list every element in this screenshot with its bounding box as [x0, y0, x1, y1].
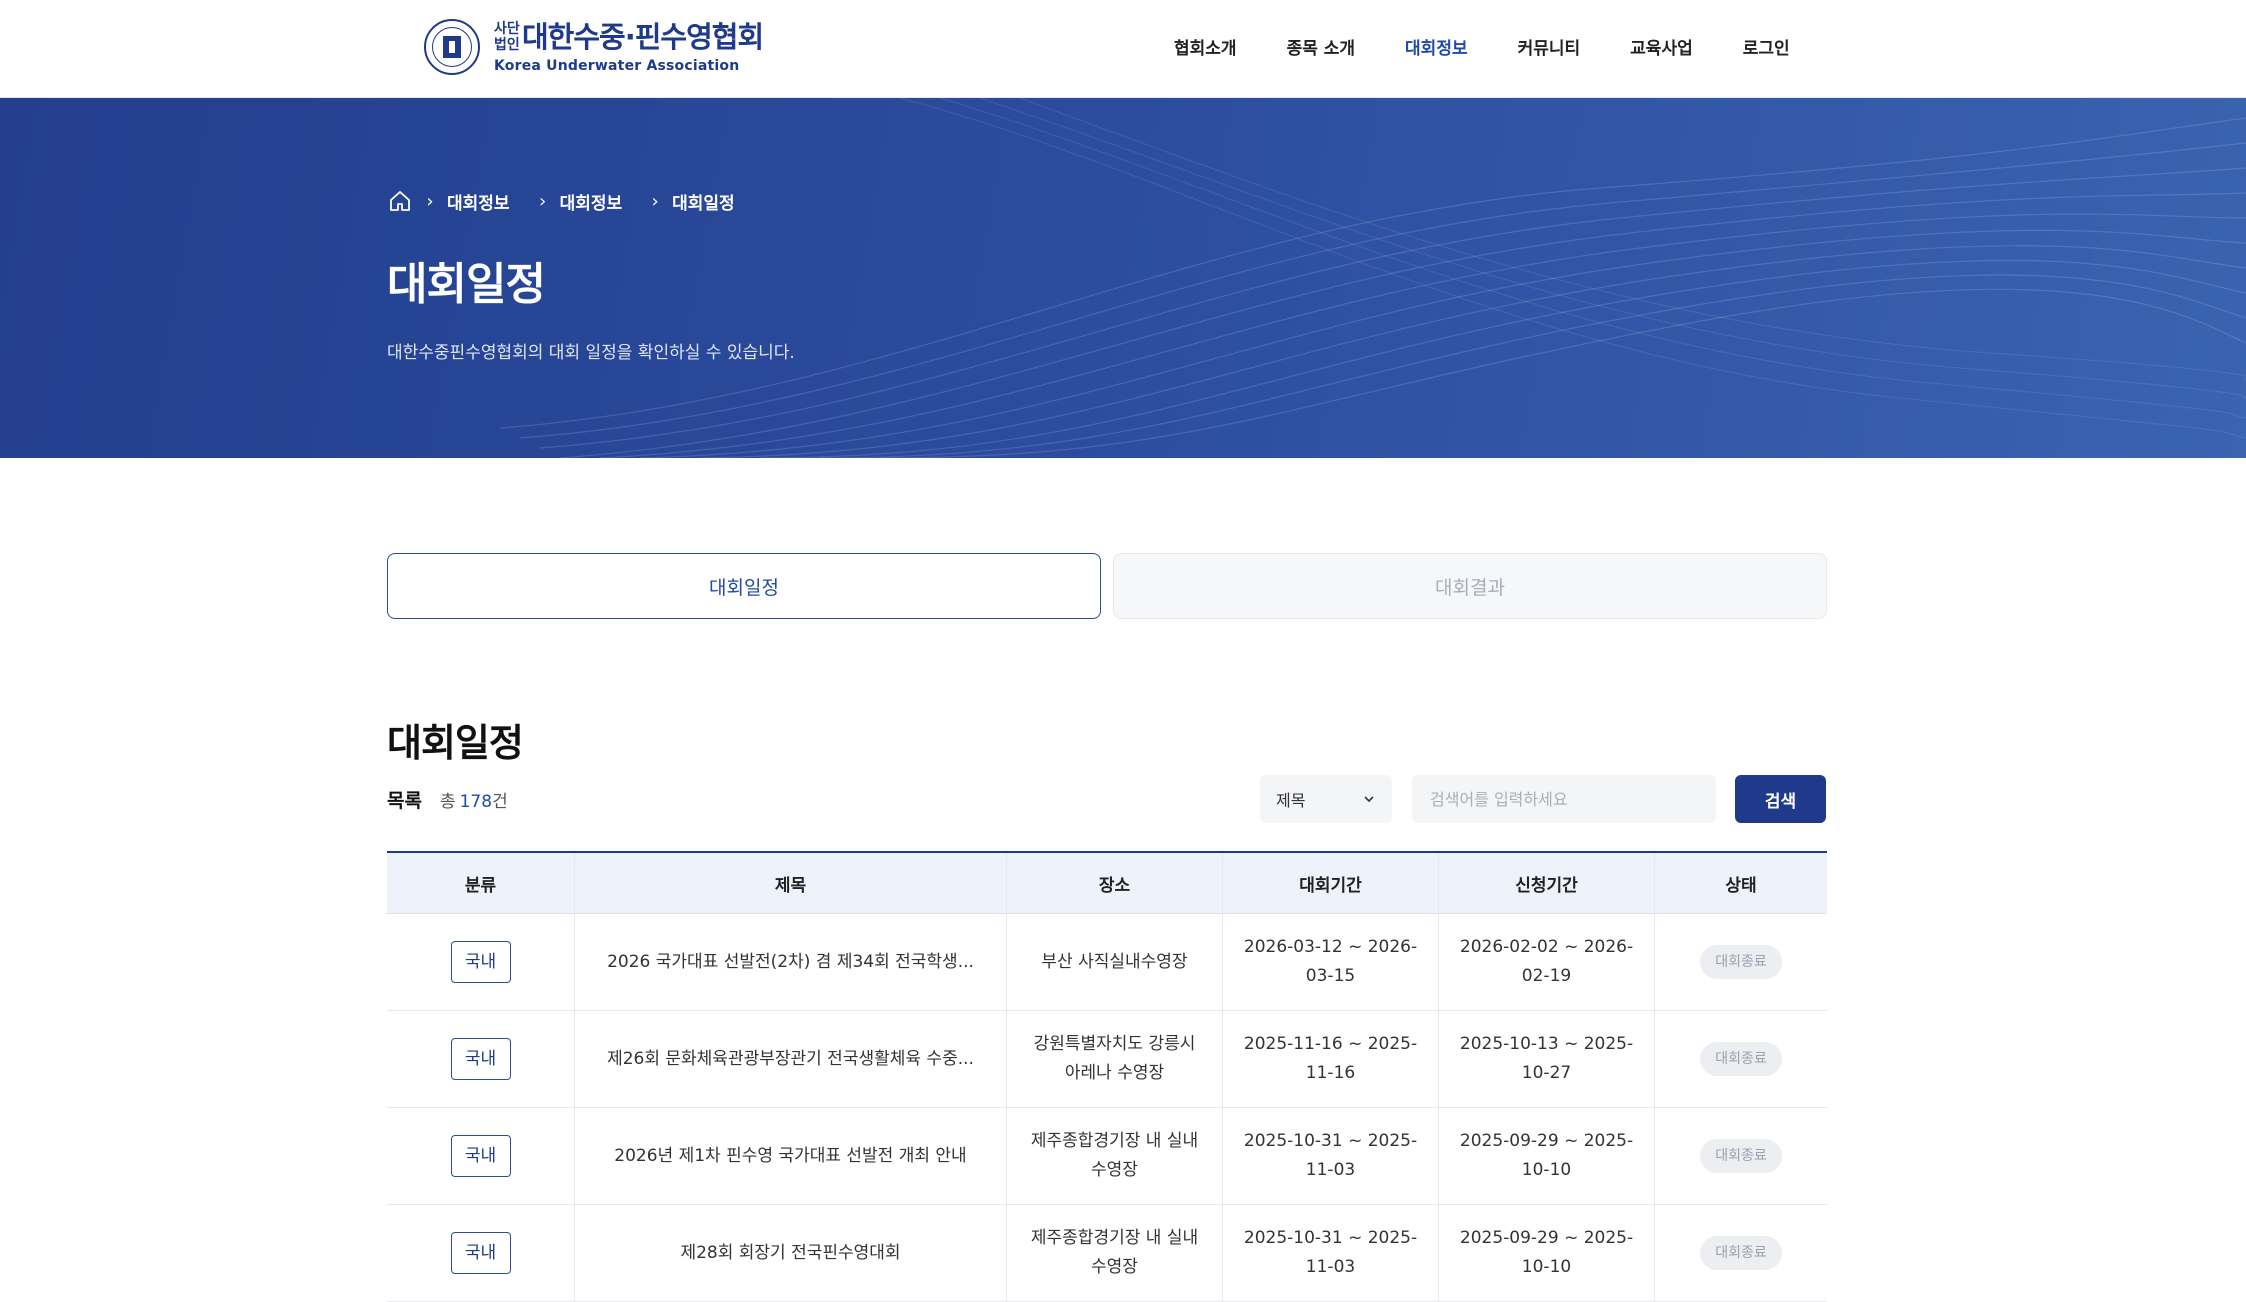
- search-button[interactable]: 검색: [1735, 775, 1826, 823]
- list-count: 목록 총 178 건: [387, 786, 508, 813]
- association-emblem: [424, 19, 480, 75]
- col-header-apply: 신청기간: [1439, 853, 1655, 913]
- chevron-right-icon: ›: [651, 190, 659, 212]
- row-apply-period: 2026-02-02 ~ 2026-02-19: [1439, 914, 1655, 1010]
- hero-banner: › 대회정보 › 대회정보 › 대회일정 대회일정 대한수중핀수영협회의 대회 …: [0, 98, 2246, 458]
- row-period: 2025-10-31 ~ 2025-11-03: [1223, 1205, 1439, 1301]
- status-badge: 대회종료: [1700, 1139, 1782, 1173]
- row-place: 강원특별자치도 강릉시 아레나 수영장: [1007, 1011, 1223, 1107]
- count-number: 178: [459, 792, 493, 812]
- row-title-link[interactable]: 제26회 문화체육관광부장관기 전국생활체육 수중...: [607, 1045, 974, 1074]
- table-row[interactable]: 국내 제26회 문화체육관광부장관기 전국생활체육 수중... 강원특별자치도 …: [387, 1011, 1827, 1108]
- col-header-place: 장소: [1007, 853, 1223, 913]
- home-icon[interactable]: [387, 188, 413, 214]
- breadcrumb-item[interactable]: 대회정보: [560, 189, 623, 214]
- logo-english-text: Korea Underwater Association: [494, 58, 740, 74]
- row-apply-period: 2025-09-29 ~ 2025-10-10: [1439, 1205, 1655, 1301]
- category-tag: 국내: [450, 1135, 511, 1177]
- table-header: 분류 제목 장소 대회기간 신청기간 상태: [387, 853, 1827, 914]
- main-nav: 협회소개 종목 소개 대회정보 커뮤니티 교육사업 로그인: [1174, 34, 1840, 59]
- table-row[interactable]: 국내 2026년 제1차 핀수영 국가대표 선발전 개최 안내 제주종합경기장 …: [387, 1108, 1827, 1205]
- row-period: 2025-10-31 ~ 2025-11-03: [1223, 1108, 1439, 1204]
- count-suffix: 건: [492, 792, 508, 812]
- page-description: 대한수중핀수영협회의 대회 일정을 확인하실 수 있습니다.: [387, 343, 795, 363]
- nav-about[interactable]: 협회소개: [1174, 34, 1237, 59]
- wave-pattern: [499, 98, 2246, 458]
- site-header: 사단법인 대한수중·핀수영협회 Korea Underwater Associa…: [0, 0, 2246, 98]
- status-badge: 대회종료: [1700, 1042, 1782, 1076]
- logo-text: 사단법인 대한수중·핀수영협회 Korea Underwater Associa…: [494, 19, 764, 74]
- nav-competition[interactable]: 대회정보: [1405, 34, 1468, 59]
- breadcrumb: › 대회정보 › 대회정보 › 대회일정: [387, 188, 751, 214]
- row-title-link[interactable]: 2026 국가대표 선발전(2차) 겸 제34회 전국학생...: [607, 948, 974, 977]
- row-place: 제주종합경기장 내 실내 수영장: [1007, 1108, 1223, 1204]
- count-prefix: 총: [439, 792, 456, 812]
- category-tag: 국내: [450, 1038, 511, 1080]
- logo-main-text: 대한수중·핀수영협회: [522, 19, 764, 54]
- page-title: 대회일정: [387, 259, 546, 310]
- search-type-select[interactable]: 제목: [1260, 775, 1392, 823]
- chevron-down-icon: [1364, 796, 1374, 803]
- col-header-category: 분류: [387, 853, 575, 913]
- row-title-link[interactable]: 2026년 제1차 핀수영 국가대표 선발전 개최 안내: [614, 1142, 966, 1171]
- row-period: 2026-03-12 ~ 2026-03-15: [1223, 914, 1439, 1010]
- chevron-right-icon: ›: [426, 190, 434, 212]
- col-header-title: 제목: [575, 853, 1007, 913]
- section-title: 대회일정: [387, 721, 524, 765]
- search-input[interactable]: [1412, 775, 1716, 823]
- row-apply-period: 2025-09-29 ~ 2025-10-10: [1439, 1108, 1655, 1204]
- category-tag: 국내: [450, 1232, 511, 1274]
- table-row[interactable]: 국내 제28회 회장기 전국핀수영대회 제주종합경기장 내 실내 수영장 202…: [387, 1205, 1827, 1302]
- schedule-table: 분류 제목 장소 대회기간 신청기간 상태 국내 2026 국가대표 선발전(2…: [387, 851, 1827, 1302]
- status-badge: 대회종료: [1700, 1236, 1782, 1270]
- breadcrumb-current: 대회일정: [672, 193, 735, 214]
- row-apply-period: 2025-10-13 ~ 2025-10-27: [1439, 1011, 1655, 1107]
- row-period: 2025-11-16 ~ 2025-11-16: [1223, 1011, 1439, 1107]
- row-place: 부산 사직실내수영장: [1007, 914, 1223, 1010]
- row-place: 제주종합경기장 내 실내 수영장: [1007, 1205, 1223, 1301]
- list-label: 목록: [387, 790, 422, 812]
- site-logo[interactable]: 사단법인 대한수중·핀수영협회 Korea Underwater Associa…: [424, 18, 764, 76]
- nav-sports[interactable]: 종목 소개: [1287, 34, 1355, 59]
- table-row[interactable]: 국내 2026 국가대표 선발전(2차) 겸 제34회 전국학생... 부산 사…: [387, 914, 1827, 1011]
- breadcrumb-item[interactable]: 대회정보: [447, 189, 510, 214]
- nav-community[interactable]: 커뮤니티: [1518, 34, 1581, 59]
- tab-results[interactable]: 대회결과: [1113, 553, 1827, 619]
- search-type-value: 제목: [1276, 791, 1306, 810]
- nav-login[interactable]: 로그인: [1743, 34, 1790, 59]
- nav-education[interactable]: 교육사업: [1630, 34, 1693, 59]
- search-bar: 제목 검색: [1260, 775, 1826, 823]
- tab-schedule[interactable]: 대회일정: [387, 553, 1101, 619]
- status-badge: 대회종료: [1700, 945, 1782, 979]
- category-tag: 국내: [450, 941, 511, 983]
- logo-small-text: 사단법인: [494, 21, 520, 53]
- col-header-period: 대회기간: [1223, 853, 1439, 913]
- col-header-status: 상태: [1725, 875, 1757, 896]
- content-tabs: 대회일정 대회결과: [387, 553, 1827, 619]
- chevron-right-icon: ›: [538, 190, 547, 212]
- row-title-link[interactable]: 제28회 회장기 전국핀수영대회: [680, 1239, 900, 1268]
